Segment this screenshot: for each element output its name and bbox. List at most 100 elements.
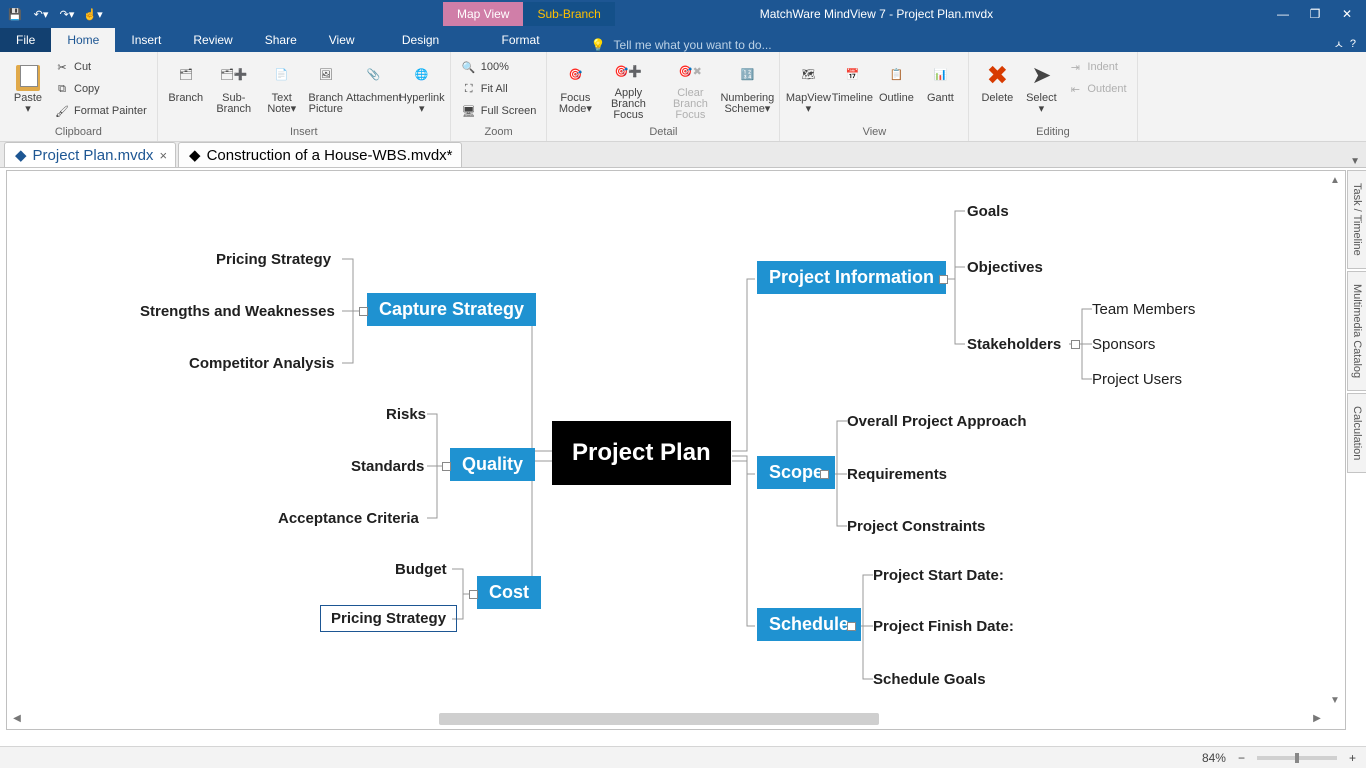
tab-insert[interactable]: Insert [115, 28, 177, 52]
lightbulb-icon: 💡 [591, 38, 606, 52]
collapse-handle[interactable] [359, 307, 368, 316]
node-cost[interactable]: Cost [477, 576, 541, 609]
node-sponsors[interactable]: Sponsors [1092, 336, 1155, 353]
node-project-information[interactable]: Project Information [757, 261, 946, 294]
panel-multimedia[interactable]: Multimedia Catalog [1347, 271, 1366, 391]
collapse-handle[interactable] [1071, 340, 1080, 349]
node-requirements[interactable]: Requirements [847, 466, 947, 483]
fit-all-button[interactable]: ⛶Fit All [457, 79, 541, 99]
collapse-handle[interactable] [847, 622, 856, 631]
scissors-icon: ✂ [54, 59, 70, 75]
node-strengths-weaknesses[interactable]: Strengths and Weaknesses [140, 303, 335, 320]
sub-branch-button[interactable]: 🗂➕Sub-Branch [208, 55, 260, 121]
close-button[interactable]: ✕ [1332, 3, 1362, 25]
tab-format[interactable]: Format [471, 28, 571, 52]
horizontal-scrollbar[interactable]: ◀ ▶ [9, 711, 1325, 727]
copy-button[interactable]: ⧉Copy [50, 79, 151, 99]
tab-design[interactable]: Design [371, 28, 471, 52]
node-quality[interactable]: Quality [450, 448, 535, 481]
timeline-button[interactable]: 📅Timeline [830, 55, 874, 121]
tell-me-search[interactable]: 💡 Tell me what you want to do... [571, 38, 1334, 52]
save-icon[interactable]: 💾 [4, 3, 26, 25]
clear-branch-focus-button: 🎯✖Clear Branch Focus [659, 55, 721, 121]
panel-calculation[interactable]: Calculation [1347, 393, 1366, 473]
node-stakeholders[interactable]: Stakeholders [967, 336, 1061, 353]
branch-button[interactable]: 🗂Branch [164, 55, 208, 121]
node-schedule[interactable]: Schedule [757, 608, 861, 641]
cut-button[interactable]: ✂Cut [50, 57, 151, 77]
tab-view[interactable]: View [313, 28, 371, 52]
scroll-thumb[interactable] [439, 713, 879, 725]
paste-button[interactable]: Paste▾ [6, 55, 50, 121]
numbering-scheme-button[interactable]: 🔢Numbering Scheme▾ [721, 55, 773, 121]
scroll-left-icon[interactable]: ◀ [9, 711, 25, 727]
cursor-icon: ➤ [1025, 59, 1057, 91]
node-capture-strategy[interactable]: Capture Strategy [367, 293, 536, 326]
node-start-date[interactable]: Project Start Date: [873, 567, 1004, 584]
node-standards[interactable]: Standards [351, 458, 424, 475]
tab-home[interactable]: Home [51, 28, 115, 52]
node-pricing-strategy-selected[interactable]: Pricing Strategy [320, 605, 457, 632]
tab-file[interactable]: File [0, 28, 51, 52]
scroll-up-icon[interactable]: ▲ [1327, 173, 1343, 189]
branch-picture-button[interactable]: 🖼Branch Picture [304, 55, 348, 121]
full-screen-button[interactable]: 🖥Full Screen [457, 101, 541, 121]
tab-review[interactable]: Review [177, 28, 248, 52]
collapse-handle[interactable] [939, 275, 948, 284]
timeline-icon: 📅 [836, 59, 868, 91]
document-tabs: ◆ Project Plan.mvdx × ◆ Construction of … [0, 142, 1366, 168]
canvas[interactable]: Project Plan Capture Strategy Pricing St… [6, 170, 1346, 730]
gantt-button[interactable]: 📊Gantt [918, 55, 962, 121]
mapview-button[interactable]: 🗺MapView▾ [786, 55, 830, 121]
node-budget[interactable]: Budget [395, 561, 447, 578]
apply-branch-focus-button[interactable]: 🎯➕Apply Branch Focus [597, 55, 659, 121]
node-risks[interactable]: Risks [386, 406, 426, 423]
node-goals[interactable]: Goals [967, 203, 1009, 220]
restore-button[interactable]: ❐ [1300, 3, 1330, 25]
outline-button[interactable]: 📋Outline [874, 55, 918, 121]
vertical-scrollbar[interactable]: ▲ ▼ [1327, 173, 1343, 709]
node-finish-date[interactable]: Project Finish Date: [873, 618, 1014, 635]
scroll-down-icon[interactable]: ▼ [1327, 693, 1343, 709]
node-project-users[interactable]: Project Users [1092, 371, 1182, 388]
zoom-out-button[interactable]: − [1238, 751, 1245, 765]
tab-overflow-icon[interactable]: ▼ [1350, 156, 1360, 167]
format-painter-button[interactable]: 🖌Format Painter [50, 101, 151, 121]
scroll-right-icon[interactable]: ▶ [1309, 711, 1325, 727]
help-icon[interactable]: ? [1350, 38, 1356, 50]
node-overall-approach[interactable]: Overall Project Approach [847, 413, 1027, 430]
zoom-in-button[interactable]: + [1349, 751, 1356, 765]
node-competitor-analysis[interactable]: Competitor Analysis [189, 355, 334, 372]
touch-mode-icon[interactable]: ☝▾ [82, 3, 104, 25]
node-schedule-goals[interactable]: Schedule Goals [873, 671, 986, 688]
undo-icon[interactable]: ↶▾ [30, 3, 52, 25]
delete-button[interactable]: ✖Delete [975, 55, 1019, 121]
attachment-button[interactable]: 📎Attachment [348, 55, 400, 121]
hyperlink-button[interactable]: 🌐Hyperlink▾ [400, 55, 444, 121]
indent-icon: ⇥ [1067, 59, 1083, 75]
select-button[interactable]: ➤Select▾ [1019, 55, 1063, 121]
close-icon[interactable]: × [159, 148, 167, 163]
zoom-slider[interactable] [1257, 756, 1337, 760]
text-note-button[interactable]: 📄Text Note▾ [260, 55, 304, 121]
document-tab-2[interactable]: ◆ Construction of a House-WBS.mvdx* [178, 142, 461, 167]
tab-share[interactable]: Share [249, 28, 313, 52]
node-pricing-strategy[interactable]: Pricing Strategy [216, 251, 331, 268]
zoom-100-button[interactable]: 🔍100% [457, 57, 541, 77]
minimize-button[interactable]: — [1268, 3, 1298, 25]
collapse-handle[interactable] [442, 462, 451, 471]
status-bar: 84% − + [0, 746, 1366, 768]
focus-mode-button[interactable]: 🎯Focus Mode▾ [553, 55, 597, 121]
document-tab-1[interactable]: ◆ Project Plan.mvdx × [4, 142, 176, 167]
node-objectives[interactable]: Objectives [967, 259, 1043, 276]
ribbon: Paste▾ ✂Cut ⧉Copy 🖌Format Painter Clipbo… [0, 52, 1366, 142]
node-acceptance-criteria[interactable]: Acceptance Criteria [278, 510, 419, 527]
node-project-constraints[interactable]: Project Constraints [847, 518, 985, 535]
collapse-handle[interactable] [820, 470, 829, 479]
central-node[interactable]: Project Plan [552, 421, 731, 485]
collapse-handle[interactable] [469, 590, 478, 599]
ribbon-collapse-icon[interactable]: ㅅ [1334, 36, 1344, 52]
node-team-members[interactable]: Team Members [1092, 301, 1195, 318]
panel-task-timeline[interactable]: Task / Timeline [1347, 170, 1366, 269]
redo-icon[interactable]: ↷▾ [56, 3, 78, 25]
